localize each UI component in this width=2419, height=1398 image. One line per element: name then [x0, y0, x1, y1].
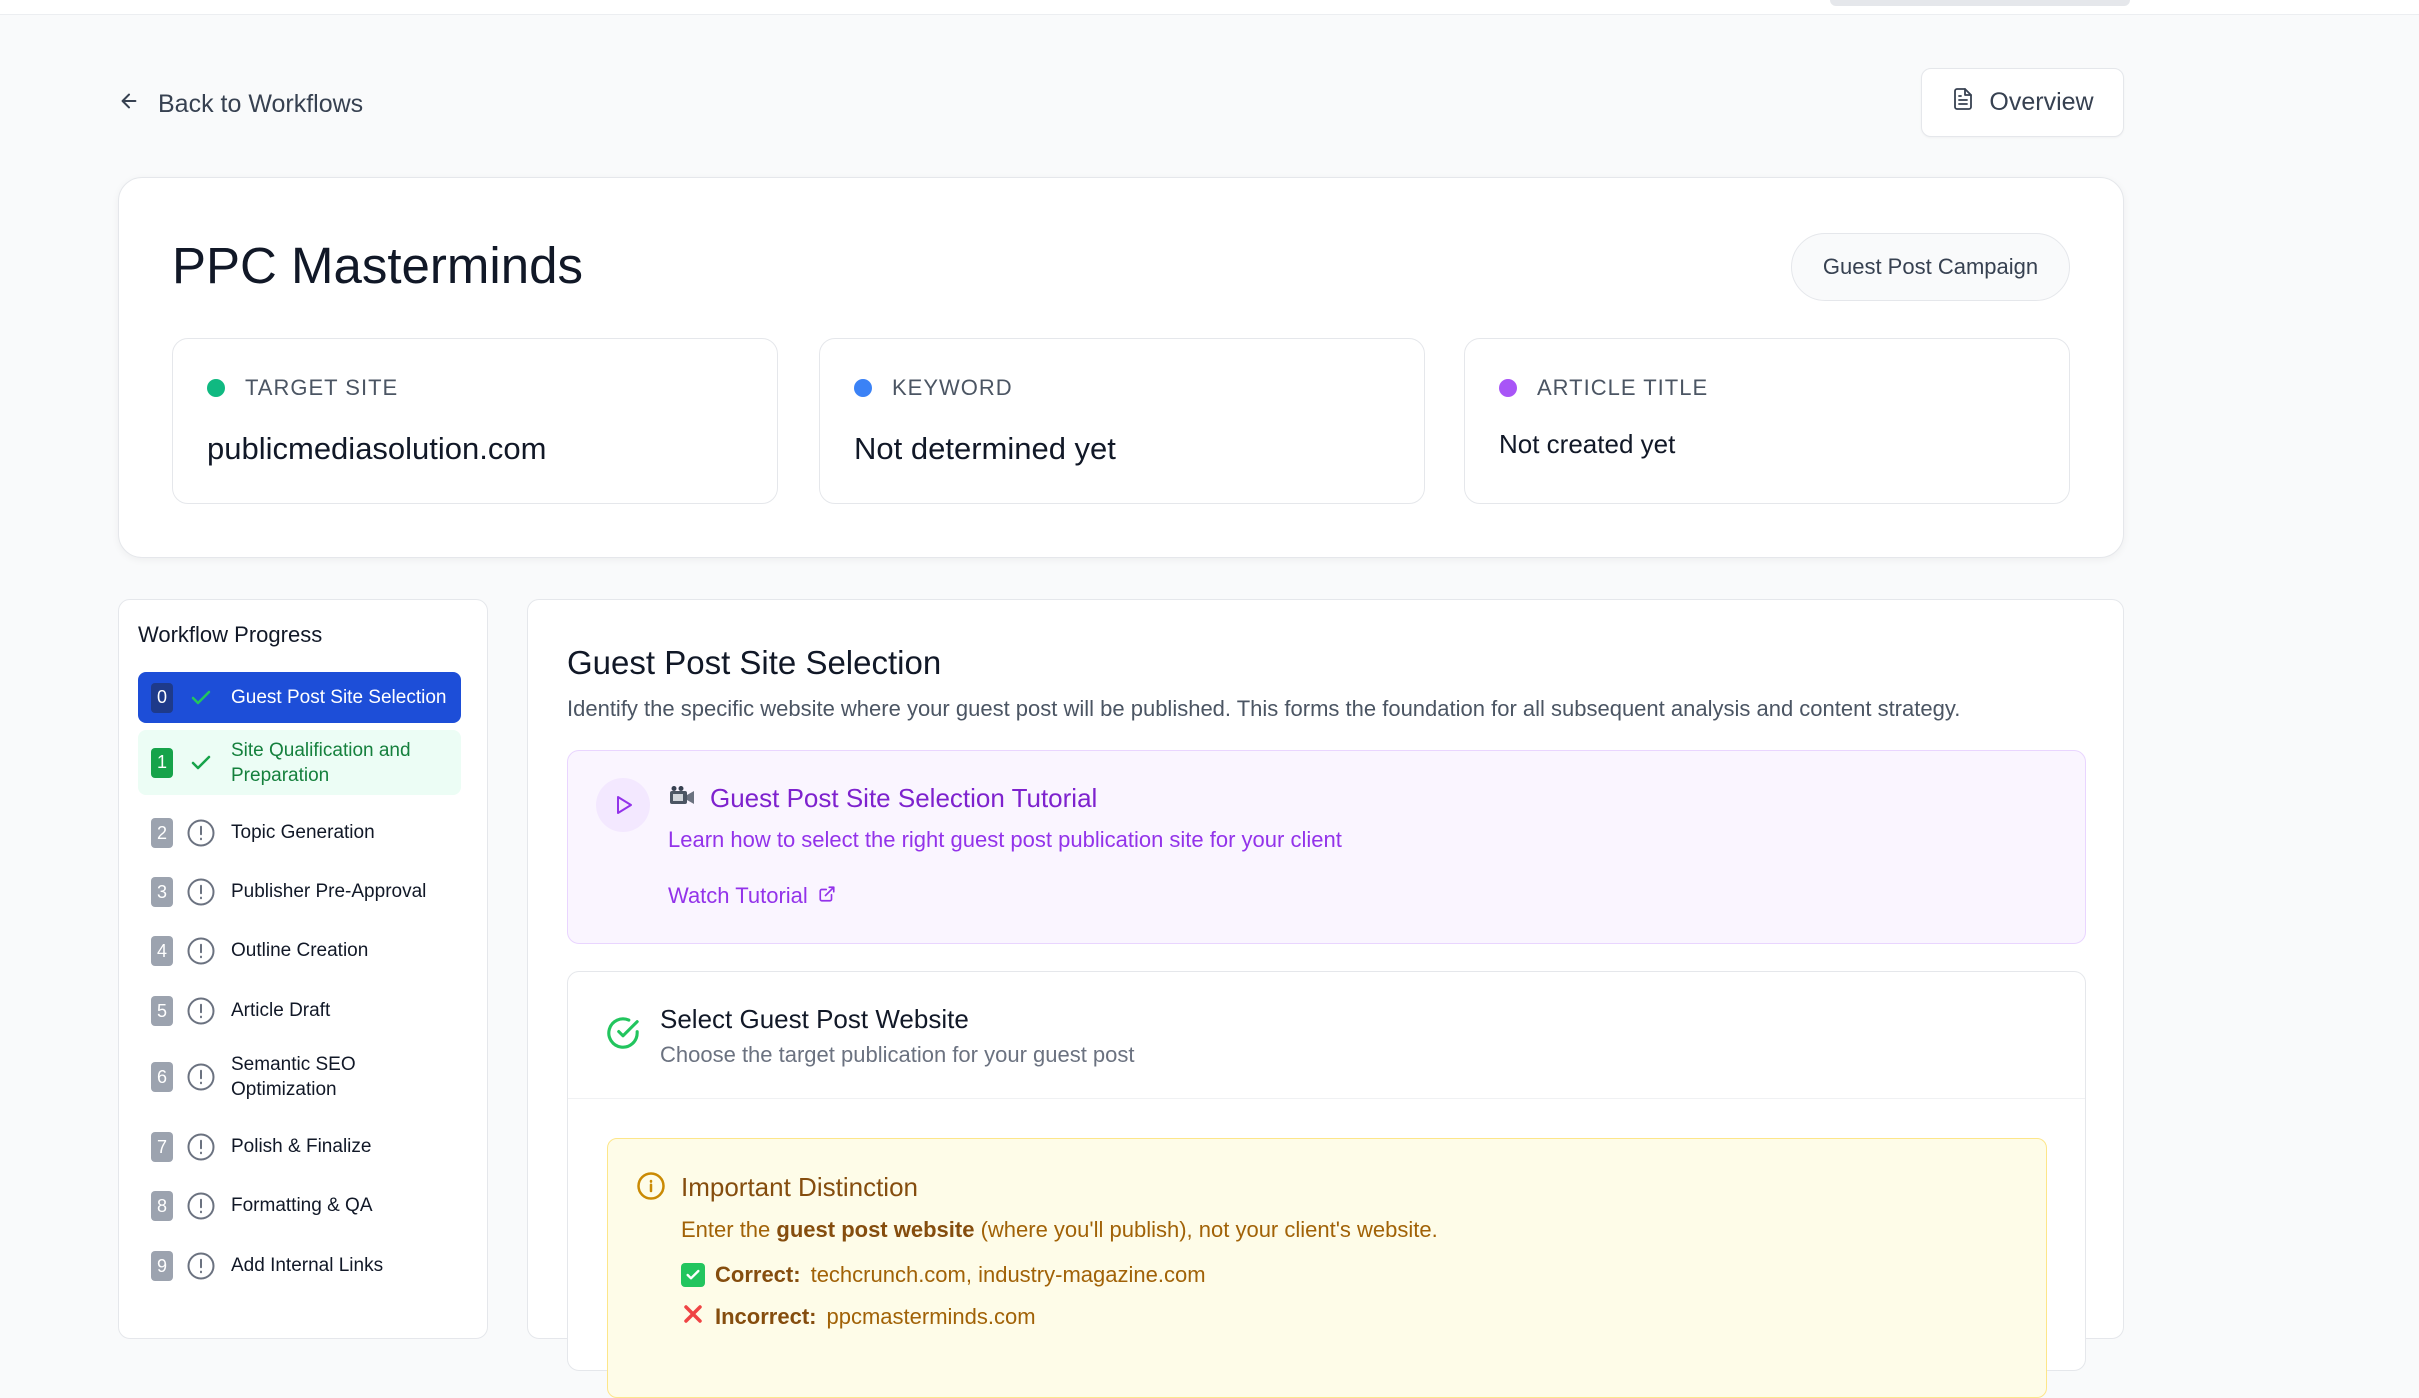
check-icon	[185, 747, 217, 779]
article-title-card: ARTICLE TITLE Not created yet	[1464, 338, 2070, 504]
select-website-card: Select Guest Post Website Choose the tar…	[567, 971, 2086, 1398]
article-title-label: ARTICLE TITLE	[1537, 375, 1709, 400]
play-icon[interactable]	[596, 778, 650, 832]
step-label: Add Internal Links	[231, 1255, 384, 1276]
step-item-1[interactable]: 1 Site Qualification and Preparation	[138, 730, 461, 795]
step-number: 2	[151, 818, 173, 848]
incorrect-label: Incorrect:	[715, 1304, 817, 1329]
step-item-0[interactable]: 0 Guest Post Site Selection	[138, 672, 461, 723]
step-number: 5	[151, 996, 173, 1026]
step-label: Guest Post Site Selection	[231, 686, 447, 708]
keyword-card: KEYWORD Not determined yet	[819, 338, 1425, 504]
select-website-description: Choose the target publication for your g…	[660, 1042, 1135, 1067]
alert-circle-icon	[185, 817, 217, 849]
check-circle-icon	[606, 1016, 640, 1055]
distinction-title: Important Distinction	[681, 1172, 918, 1202]
alert-circle-icon	[185, 995, 217, 1027]
correct-value: techcrunch.com, industry-magazine.com	[810, 1262, 1206, 1287]
distinction-text-bold: guest post website	[776, 1217, 975, 1242]
overview-button[interactable]: Overview	[1921, 68, 2124, 137]
step-label: Publisher Pre-Approval	[231, 881, 427, 902]
watch-tutorial-link[interactable]: Watch Tutorial	[668, 883, 836, 909]
target-site-card: TARGET SITE publicmediasolution.com	[172, 338, 778, 504]
alert-circle-icon	[185, 1061, 217, 1093]
status-dot	[207, 379, 225, 397]
step-number: 0	[151, 682, 173, 713]
step-content-panel: Guest Post Site Selection Identify the s…	[527, 599, 2124, 1398]
alert-circle-icon	[185, 935, 217, 967]
incorrect-value: ppcmasterminds.com	[826, 1304, 1036, 1329]
distinction-text: Enter the guest post website (where you'…	[681, 1217, 1438, 1243]
incorrect-example: Incorrect: ppcmasterminds.com	[681, 1302, 1036, 1332]
check-mark-icon	[681, 1263, 705, 1287]
distinction-text-suffix: (where you'll publish), not your client'…	[980, 1217, 1438, 1242]
step-label: Outline Creation	[231, 940, 369, 961]
step-number: 7	[151, 1132, 173, 1162]
top-bar-pill	[1830, 0, 2130, 6]
divider	[568, 1098, 2085, 1099]
step-item-9[interactable]: 9 Add Internal Links	[138, 1246, 461, 1286]
keyword-label: KEYWORD	[892, 375, 1013, 400]
client-name: PPC Masterminds	[172, 237, 583, 294]
step-item-5[interactable]: 5 Article Draft	[138, 991, 461, 1031]
alert-circle-icon	[185, 876, 217, 908]
step-item-6[interactable]: 6 Semantic SEO Optimization	[138, 1047, 461, 1107]
video-camera-icon	[668, 783, 696, 814]
step-label: Site Qualification and	[231, 739, 411, 761]
step-title: Guest Post Site Selection	[567, 644, 942, 681]
step-label-line2: Optimization	[231, 1079, 337, 1100]
step-item-2[interactable]: 2 Topic Generation	[138, 813, 461, 853]
step-number: 6	[151, 1062, 173, 1092]
overview-label: Overview	[1989, 88, 2094, 116]
arrow-left-icon	[118, 90, 140, 119]
step-item-3[interactable]: 3 Publisher Pre-Approval	[138, 872, 461, 912]
status-dot	[1499, 379, 1517, 397]
external-link-icon	[818, 883, 836, 909]
step-number: 1	[151, 747, 173, 778]
correct-example: Correct: techcrunch.com, industry-magazi…	[681, 1262, 1206, 1288]
tutorial-title: Guest Post Site Selection Tutorial	[710, 783, 1098, 813]
alert-circle-icon	[185, 1250, 217, 1282]
status-dot	[854, 379, 872, 397]
correct-label: Correct:	[715, 1262, 801, 1287]
check-icon	[185, 682, 217, 714]
step-description: Identify the specific website where your…	[567, 696, 1961, 721]
campaign-type-badge: Guest Post Campaign	[1791, 233, 2070, 301]
target-site-value: publicmediasolution.com	[207, 431, 547, 466]
step-label: Semantic SEO	[231, 1054, 356, 1075]
back-to-workflows-link[interactable]: Back to Workflows	[118, 86, 363, 122]
step-item-4[interactable]: 4 Outline Creation	[138, 931, 461, 971]
step-label-line2: Preparation	[231, 764, 330, 786]
tutorial-box: Guest Post Site Selection Tutorial Learn…	[567, 750, 2086, 944]
top-bar	[0, 0, 2419, 15]
step-number: 9	[151, 1251, 173, 1281]
step-number: 4	[151, 936, 173, 966]
alert-circle-icon	[185, 1190, 217, 1222]
step-label: Formatting & QA	[231, 1195, 373, 1216]
step-number: 8	[151, 1191, 173, 1221]
article-title-value: Not created yet	[1499, 429, 1676, 459]
sidebar-title: Workflow Progress	[138, 622, 323, 647]
workflow-progress-sidebar: Workflow Progress 0 Guest Post Site Sele…	[118, 599, 488, 1339]
step-number: 3	[151, 877, 173, 907]
target-site-label: TARGET SITE	[245, 375, 399, 400]
step-label: Topic Generation	[231, 822, 375, 843]
back-link-label: Back to Workflows	[158, 89, 364, 118]
tutorial-description: Learn how to select the right guest post…	[668, 827, 1342, 852]
alert-circle-icon	[185, 1131, 217, 1163]
distinction-text-prefix: Enter the	[681, 1217, 771, 1242]
watch-tutorial-label: Watch Tutorial	[668, 883, 808, 908]
step-item-8[interactable]: 8 Formatting & QA	[138, 1186, 461, 1226]
step-label: Article Draft	[231, 1000, 331, 1021]
document-icon	[1951, 86, 1975, 119]
select-website-title: Select Guest Post Website	[660, 1004, 969, 1034]
workflow-header-card: PPC Masterminds Guest Post Campaign TARG…	[118, 177, 2124, 558]
info-circle-icon	[636, 1171, 666, 1206]
keyword-value: Not determined yet	[854, 431, 1116, 466]
step-label: Polish & Finalize	[231, 1136, 372, 1157]
step-item-7[interactable]: 7 Polish & Finalize	[138, 1127, 461, 1167]
cross-mark-icon	[681, 1302, 705, 1332]
important-distinction-alert: Important Distinction Enter the guest po…	[607, 1138, 2047, 1398]
